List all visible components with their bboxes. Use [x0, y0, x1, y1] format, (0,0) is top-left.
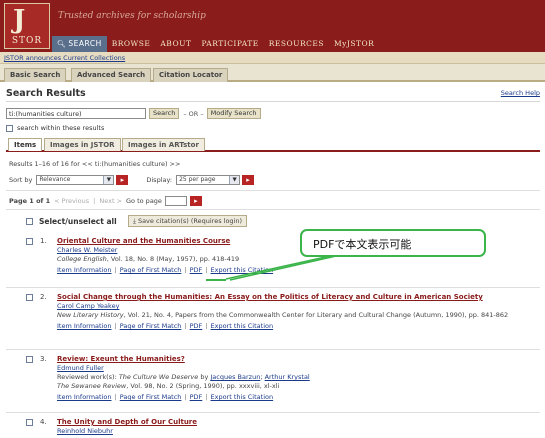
- pdf-callout: PDFで本文表示可能: [300, 229, 486, 257]
- callout-text: PDFで本文表示可能: [313, 238, 412, 251]
- callout-pointer: [225, 255, 337, 281]
- pdf-highlight: [206, 279, 226, 281]
